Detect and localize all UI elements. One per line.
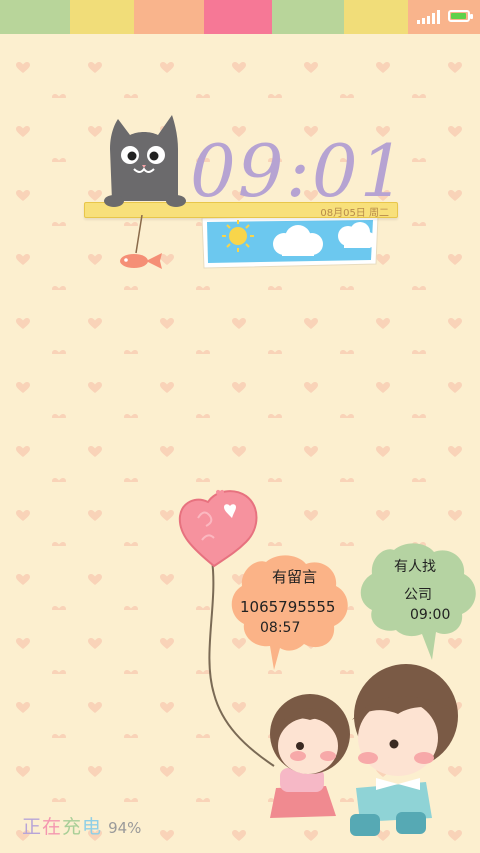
fish-icon xyxy=(120,215,162,269)
charging-char: 充 xyxy=(62,816,82,838)
cat-icon xyxy=(104,115,186,207)
missed-call-title: 有人找 xyxy=(394,559,436,575)
status-stripe xyxy=(134,0,204,34)
status-stripe xyxy=(272,0,344,34)
battery-icon xyxy=(448,10,473,22)
status-bar xyxy=(0,0,480,34)
message-time: 08:57 xyxy=(260,620,301,636)
status-stripe xyxy=(204,0,272,34)
message-bubble-title: 有留言 xyxy=(272,568,318,586)
charging-status: 正 在 充 电 94% xyxy=(22,812,141,839)
battery-fill xyxy=(451,13,466,19)
call-time: 09:00 xyxy=(410,607,451,623)
caller-name: 公司 xyxy=(404,587,432,603)
clock-time: 09:01 xyxy=(190,129,408,213)
charging-char: 电 xyxy=(82,816,102,838)
status-stripe xyxy=(0,0,70,34)
status-stripe xyxy=(344,0,408,34)
charging-char: 在 xyxy=(42,816,62,838)
signal-icon xyxy=(417,8,440,24)
message-sender-number: 1065795555 xyxy=(240,598,336,616)
charging-char: 正 xyxy=(22,816,42,838)
battery-percent: 94% xyxy=(108,819,142,837)
status-stripe xyxy=(70,0,134,34)
couple-illustration xyxy=(270,664,458,836)
sky-picture xyxy=(201,215,379,269)
